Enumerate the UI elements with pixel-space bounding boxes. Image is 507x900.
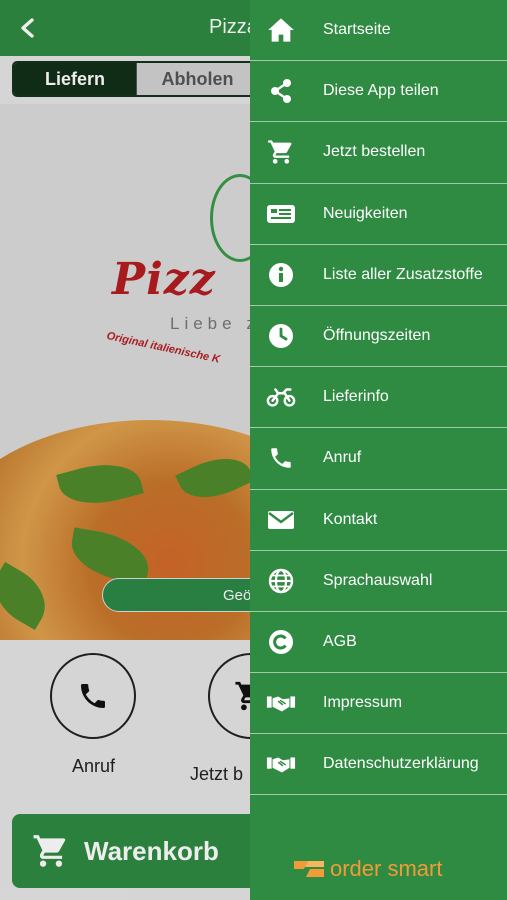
info-icon	[266, 260, 296, 290]
globe-icon	[266, 566, 296, 596]
menu-item-label: Startseite	[323, 21, 391, 39]
menu-item-label: Jetzt bestellen	[323, 143, 426, 161]
menu-item-privacy[interactable]: Datenschutzerklärung	[250, 734, 507, 796]
handshake-icon	[266, 749, 296, 779]
menu-item-news[interactable]: Neuigkeiten	[250, 184, 507, 245]
mail-icon	[266, 505, 296, 535]
menu-item-label: Sprachauswahl	[323, 571, 433, 589]
news-icon	[266, 199, 296, 229]
cart-icon	[266, 137, 296, 167]
menu-item-label: Lieferinfo	[323, 388, 389, 406]
home-icon	[266, 15, 296, 45]
phone-icon	[266, 443, 296, 473]
menu-item-delivery-info[interactable]: Lieferinfo	[250, 367, 507, 429]
menu-item-order-now[interactable]: Jetzt bestellen	[250, 122, 507, 184]
drawer-menu: Startseite Diese App teilen Jetzt bestel…	[250, 0, 507, 796]
menu-item-imprint[interactable]: Impressum	[250, 673, 507, 735]
menu-item-label: Öffnungszeiten	[323, 327, 431, 345]
share-icon	[266, 76, 296, 106]
menu-item-label: Impressum	[323, 694, 403, 712]
menu-item-label: Datenschutzerklärung	[323, 755, 479, 773]
copyright-icon	[266, 627, 296, 657]
menu-item-call[interactable]: Anruf	[250, 428, 507, 490]
menu-item-label: Anruf	[323, 449, 362, 467]
order-smart-logo: order smart	[292, 856, 442, 882]
menu-item-share[interactable]: Diese App teilen	[250, 61, 507, 123]
handshake-icon	[266, 688, 296, 718]
menu-item-label: Kontakt	[323, 510, 378, 528]
order-smart-logo-mark	[294, 861, 324, 877]
menu-item-opening-hours[interactable]: Öffnungszeiten	[250, 306, 507, 368]
menu-item-label: Diese App teilen	[323, 82, 439, 100]
menu-item-label: Neuigkeiten	[323, 204, 408, 222]
motorbike-icon	[266, 382, 296, 412]
clock-icon	[266, 321, 296, 351]
menu-item-additives[interactable]: Liste aller Zusatzstoffe	[250, 245, 507, 306]
side-drawer: Startseite Diese App teilen Jetzt bestel…	[250, 0, 507, 900]
menu-item-contact[interactable]: Kontakt	[250, 490, 507, 551]
brand-name: order smart	[330, 856, 443, 881]
menu-item-startseite[interactable]: Startseite	[250, 0, 507, 62]
menu-item-label: AGB	[323, 632, 357, 650]
menu-item-terms[interactable]: AGB	[250, 612, 507, 674]
menu-item-language[interactable]: Sprachauswahl	[250, 551, 507, 612]
menu-item-label: Liste aller Zusatzstoffe	[323, 265, 483, 283]
